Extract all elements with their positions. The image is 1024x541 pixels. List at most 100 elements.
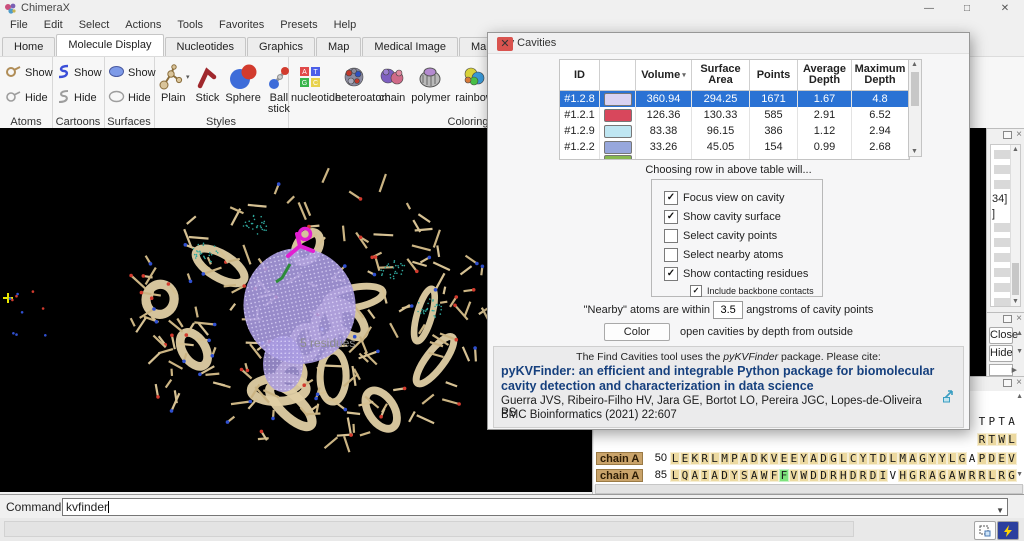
menu-file[interactable]: File (2, 18, 36, 34)
residue-cell[interactable]: A (1007, 415, 1017, 428)
undock-icon[interactable] (1003, 131, 1012, 139)
list-item[interactable] (994, 165, 1010, 174)
checkbox[interactable]: ✓ (690, 285, 702, 297)
cavity-row-1.2.8[interactable]: #1.2.8360.94294.2516711.674.8 (560, 91, 909, 107)
residue-cell[interactable]: Y (799, 452, 809, 465)
panel-list-body[interactable]: ▲ ▼ 34] ] (990, 144, 1021, 307)
residue-cell[interactable]: A (967, 452, 977, 465)
residue-cell[interactable]: D (987, 452, 997, 465)
residue-cell[interactable]: V (888, 469, 898, 482)
menu-edit[interactable]: Edit (36, 18, 71, 34)
residue-cell[interactable]: G (957, 452, 967, 465)
residue-cell[interactable]: D (878, 452, 888, 465)
maximize-icon[interactable]: □ (948, 0, 986, 20)
residue-cell[interactable]: K (690, 452, 700, 465)
toolbar-button-show[interactable]: Show (104, 60, 154, 85)
residue-cell[interactable]: R (858, 469, 868, 482)
toolbar-button-show[interactable]: Show (52, 60, 104, 85)
title-bar[interactable]: ChimeraX — □ ✕ (0, 0, 1024, 18)
citation-icon[interactable] (942, 389, 956, 408)
option-show-contacting-residues[interactable]: ✓Show contacting residues (664, 264, 822, 283)
residue-cell[interactable]: L (670, 452, 680, 465)
checkbox[interactable] (664, 248, 678, 262)
residue-cell[interactable]: F (779, 469, 789, 482)
scroll-down-icon[interactable]: ▼ (1012, 298, 1019, 305)
residue-cell[interactable]: A (908, 452, 918, 465)
spin-right-icon[interactable]: ▶ (1012, 366, 1017, 374)
residue-cell[interactable]: W (997, 433, 1007, 446)
residue-cell[interactable]: T (997, 415, 1007, 428)
residue-cell[interactable]: D (819, 469, 829, 482)
residue-cell[interactable]: D (720, 469, 730, 482)
residue-cell[interactable]: I (700, 469, 710, 482)
command-history-dropdown-icon[interactable]: ▼ (996, 503, 1004, 519)
toolbar-button-nucleotide[interactable]: ATGCnucleotide (288, 59, 332, 104)
residue-cell[interactable]: P (729, 452, 739, 465)
residue-cell[interactable]: L (710, 452, 720, 465)
residue-cell[interactable]: T (987, 433, 997, 446)
option-select-nearby-atoms[interactable]: Select nearby atoms (664, 245, 822, 264)
column-header-surface-area[interactable]: Surface Area (692, 60, 750, 90)
undock-icon[interactable] (1003, 315, 1012, 323)
dialog-close-icon[interactable]: ✕ (497, 37, 513, 51)
residue-cell[interactable]: D (749, 452, 759, 465)
table-scrollbar[interactable]: ▲ ▼ (908, 59, 922, 157)
toolbar-button-heteroatom[interactable]: heteroatom (332, 59, 376, 104)
menu-presets[interactable]: Presets (272, 18, 325, 34)
close-button[interactable]: Close (989, 327, 1013, 344)
residue-cell[interactable]: D (868, 469, 878, 482)
scroll-down-icon[interactable]: ▼ (911, 148, 918, 155)
residue-cell[interactable]: F (769, 469, 779, 482)
column-header-points[interactable]: Points (750, 60, 798, 90)
residue-cell[interactable]: W (759, 469, 769, 482)
scroll-down-icon[interactable]: ▼ (1016, 348, 1023, 355)
panel-scrollbar[interactable]: ▲ ▼ (1010, 145, 1020, 306)
residue-cell[interactable]: L (888, 452, 898, 465)
residue-cell[interactable]: L (1007, 433, 1017, 446)
selection-mode-button[interactable] (974, 521, 996, 540)
tab-graphics[interactable]: Graphics (247, 37, 315, 56)
residue-cell[interactable]: M (720, 452, 730, 465)
residue-cell[interactable]: M (898, 452, 908, 465)
list-item[interactable] (994, 268, 1010, 277)
tab-medical-image[interactable]: Medical Image (362, 37, 458, 56)
residue-cell[interactable]: A (947, 469, 957, 482)
scroll-up-icon[interactable]: ▲ (1012, 146, 1019, 153)
menu-tools[interactable]: Tools (169, 18, 211, 34)
residue-cell[interactable]: D (809, 469, 819, 482)
color-button[interactable]: Color (604, 323, 670, 341)
residue-cell[interactable]: D (819, 452, 829, 465)
residue-cell[interactable]: V (789, 469, 799, 482)
residue-cell[interactable]: G (908, 469, 918, 482)
column-header-maximum-depth[interactable]: Maximum Depth (852, 60, 909, 90)
residue-cell[interactable]: A (710, 469, 720, 482)
list-item[interactable] (994, 180, 1010, 189)
residue-cell[interactable]: E (997, 452, 1007, 465)
residue-cell[interactable]: E (789, 452, 799, 465)
residue-cell[interactable]: V (769, 452, 779, 465)
residue-cell[interactable]: W (957, 469, 967, 482)
residue-cell[interactable]: A (739, 452, 749, 465)
toolbar-button-stick[interactable]: Stick (193, 59, 223, 104)
residue-cell[interactable]: Q (680, 469, 690, 482)
list-item[interactable] (994, 223, 1010, 232)
list-item[interactable] (994, 150, 1010, 159)
residue-cell[interactable]: T (868, 452, 878, 465)
residue-cell[interactable]: R (977, 469, 987, 482)
option-select-cavity-points[interactable]: Select cavity points (664, 226, 822, 245)
toolbar-button-show[interactable]: Show (0, 60, 52, 85)
list-item[interactable] (994, 298, 1010, 307)
undock-icon[interactable] (1003, 379, 1012, 387)
toolbar-button-chain[interactable]: chain (376, 59, 408, 104)
table-header[interactable]: IDVolume▾Surface AreaPointsAverage Depth… (560, 60, 909, 91)
residue-cell[interactable]: A (749, 469, 759, 482)
checkbox[interactable] (664, 229, 678, 243)
scroll-up-icon[interactable]: ▲ (911, 61, 918, 68)
nearby-distance-input[interactable] (713, 301, 743, 319)
menu-help[interactable]: Help (326, 18, 365, 34)
list-item[interactable] (994, 253, 1010, 262)
command-input[interactable]: kvfinder ▼ (62, 498, 1008, 516)
residue-cell[interactable]: G (828, 452, 838, 465)
menu-actions[interactable]: Actions (117, 18, 169, 34)
residue-cell[interactable]: W (799, 469, 809, 482)
